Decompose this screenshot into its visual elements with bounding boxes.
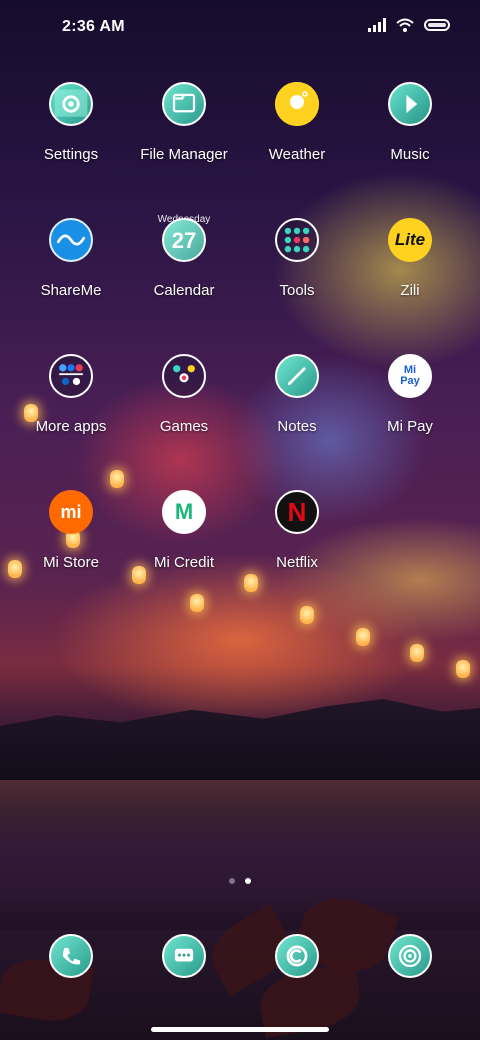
lantern-decoration [110,470,124,488]
settings-icon [49,82,93,126]
mi-pay-icon-text: Mi Pay [400,364,420,387]
wallpaper-water [0,780,480,930]
app-label: Netflix [276,554,318,571]
app-netflix[interactable]: N Netflix [241,490,353,600]
games-folder-icon [162,354,206,398]
music-icon [388,82,432,126]
netflix-icon-text: N [287,496,307,527]
lantern-decoration [410,644,424,662]
app-mi-store[interactable]: mi Mi Store [15,490,127,600]
lantern-decoration [300,606,314,624]
dock-messaging[interactable] [128,934,240,984]
mi-store-icon-text: mi [60,501,82,522]
dock-camera[interactable] [354,934,466,984]
page-dot-active[interactable] [245,878,251,884]
tools-folder-icon [275,218,319,262]
app-label: Games [159,418,209,435]
netflix-icon: N [275,490,319,534]
mi-credit-icon: M [162,490,206,534]
status-bar: 2:36 AM [0,0,480,56]
battery-icon [424,19,450,31]
camera-icon [388,934,432,978]
wallpaper-mountains [0,699,480,780]
dock-phone[interactable] [15,934,127,984]
app-settings[interactable]: Settings [15,82,127,192]
app-label: Notes [277,418,317,435]
status-icons [368,18,450,32]
app-label: ShareMe [40,282,102,299]
status-time: 2:36 AM [62,18,125,35]
app-label: Music [390,146,430,163]
notes-icon [275,354,319,398]
lantern-decoration [356,628,370,646]
app-mi-credit[interactable]: M Mi Credit [128,490,240,600]
app-mi-pay[interactable]: Mi Pay Mi Pay [354,354,466,464]
file-manager-icon [162,82,206,126]
mi-store-icon: mi [49,490,93,534]
app-weather[interactable]: Weather [241,82,353,192]
app-label: Settings [43,146,99,163]
app-label: Mi Credit [153,554,214,571]
folder-tools[interactable]: Tools [241,218,353,328]
app-label: Weather [268,146,326,163]
mi-credit-icon-text: M [174,499,194,524]
zili-icon: Lite [388,218,432,262]
signal-icon [368,18,386,32]
browser-icon [275,934,319,978]
app-label: Calendar [153,282,215,299]
mi-pay-icon: Mi Pay [388,354,432,398]
app-calendar[interactable]: Wednesday 27 Calendar [128,214,240,328]
app-zili[interactable]: Lite Zili [354,218,466,328]
lantern-decoration [456,660,470,678]
app-label: More apps [35,418,107,435]
weather-icon [275,82,319,126]
app-label: Zili [400,282,420,299]
wifi-icon [396,18,414,32]
app-file-manager[interactable]: File Manager [128,82,240,192]
zili-icon-text: Lite [394,230,426,249]
page-indicator [0,878,480,884]
folder-games[interactable]: Games [128,354,240,464]
shareme-icon [49,218,93,262]
app-music[interactable]: Music [354,82,466,192]
app-shareme[interactable]: ShareMe [15,218,127,328]
dock-browser[interactable] [241,934,353,984]
page-dot[interactable] [229,878,235,884]
more-apps-folder-icon [49,354,93,398]
home-indicator[interactable] [151,1027,329,1032]
app-label: File Manager [140,146,228,163]
app-label: Mi Store [43,554,99,571]
folder-more-apps[interactable]: More apps [15,354,127,464]
calendar-date: 27 [171,228,197,253]
phone-icon [49,934,93,978]
app-notes[interactable]: Notes [241,354,353,464]
app-label: Tools [279,282,315,299]
messaging-icon [162,934,206,978]
app-label: Mi Pay [387,418,433,435]
